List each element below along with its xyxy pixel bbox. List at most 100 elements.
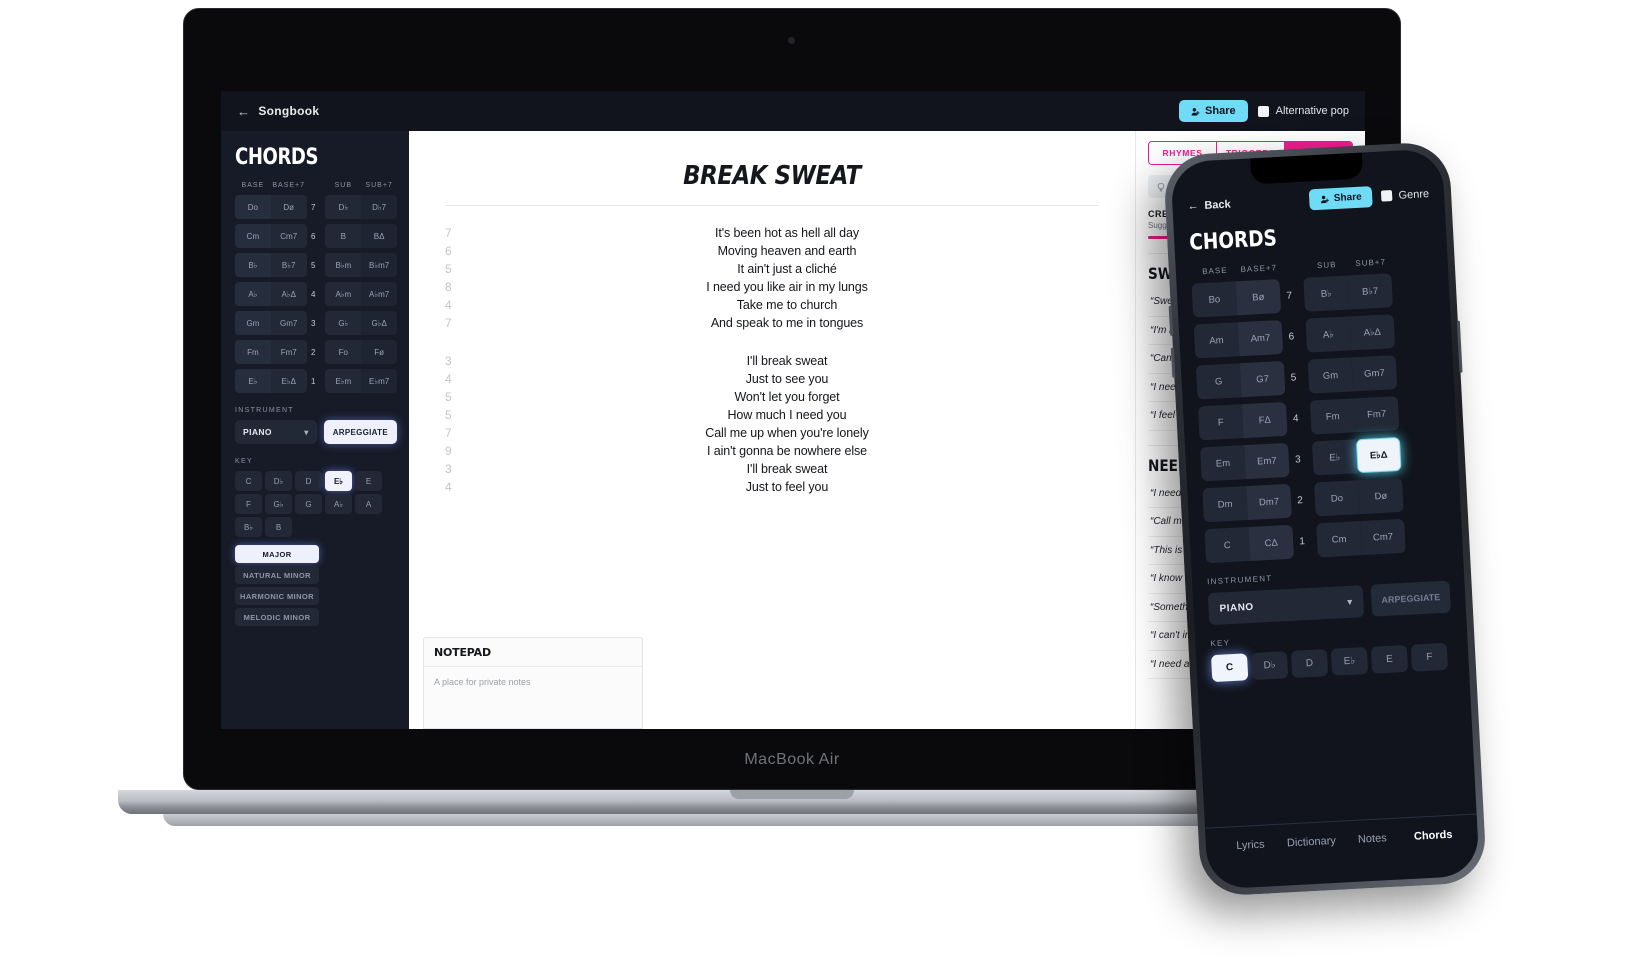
chord-cell-sub[interactable]: E♭m [325, 369, 362, 393]
chord-cell-sub7[interactable]: G♭Δ [361, 311, 398, 335]
lyric-line[interactable]: 4 Take me to church [445, 298, 1099, 312]
lyric-text[interactable]: It's been hot as hell all day [475, 226, 1099, 240]
mode-button[interactable]: MELODIC MINOR [235, 608, 319, 626]
chord-cell-sub[interactable]: B♭m [325, 253, 362, 277]
chord-cell-sub7[interactable]: BΔ [361, 224, 398, 248]
chord-cell-base7[interactable]: E♭Δ [270, 369, 307, 393]
back-to-songbook-button[interactable]: ← Songbook [237, 104, 319, 119]
chord-cell-sub[interactable]: B [325, 224, 362, 248]
lyrics-body[interactable]: 7 It's been hot as hell all day 6 Moving he… [445, 226, 1099, 494]
lyric-line[interactable]: 4 Just to see you [445, 372, 1099, 386]
chord-cell-base[interactable]: Cm [235, 224, 271, 248]
mobile-tab-lyrics[interactable]: Lyrics [1222, 838, 1280, 853]
lyric-line[interactable]: 7 And speak to me in tongues [445, 316, 1099, 330]
mobile-key-button[interactable]: D♭ [1250, 651, 1289, 681]
key-button[interactable]: E [355, 471, 382, 491]
lyric-line[interactable]: 5 Won't let you forget [445, 390, 1099, 404]
mode-button[interactable]: HARMONIC MINOR [235, 587, 319, 605]
lyric-text[interactable]: Call me up when you're lonely [475, 426, 1099, 440]
lyric-text[interactable]: How much I need you [475, 408, 1099, 422]
chord-cell-base[interactable]: Gm [235, 311, 271, 335]
chord-cell-sub7[interactable]: A♭m7 [361, 282, 398, 306]
lyric-text[interactable]: I'll break sweat [475, 354, 1099, 368]
chord-cell-base[interactable]: Fm [235, 340, 271, 364]
lyric-line[interactable]: 7 Call me up when you're lonely [445, 426, 1099, 440]
lyric-text[interactable]: It ain't just a cliché [475, 262, 1099, 276]
share-button[interactable]: Share [1179, 100, 1248, 122]
chord-cell-base7[interactable]: Dø [270, 195, 307, 219]
lyric-line[interactable]: 6 Moving heaven and earth [445, 244, 1099, 258]
mobile-chord-cell-base[interactable]: Am [1193, 322, 1240, 359]
key-button[interactable]: D♭ [265, 471, 292, 491]
mobile-chord-cell-sub[interactable]: Fm [1309, 398, 1356, 435]
lyric-text[interactable]: Just to feel you [475, 480, 1099, 494]
mobile-tab-notes[interactable]: Notes [1344, 831, 1402, 846]
lyric-line[interactable]: 9 I ain't gonna be nowhere else [445, 444, 1099, 458]
chord-cell-base7[interactable]: Gm7 [270, 311, 307, 335]
lyric-text[interactable]: Just to see you [475, 372, 1099, 386]
lyric-text[interactable]: Won't let you forget [475, 390, 1099, 404]
mobile-chord-cell-sub[interactable]: Gm [1307, 357, 1354, 394]
key-button[interactable]: C [235, 471, 262, 491]
lyric-text[interactable]: Take me to church [475, 298, 1099, 312]
chord-cell-base[interactable]: A♭ [235, 282, 271, 306]
key-button[interactable]: A♭ [325, 494, 352, 514]
mobile-chord-cell-base7[interactable]: CΔ [1248, 524, 1295, 561]
mobile-chord-cell-sub[interactable]: A♭ [1305, 316, 1352, 353]
lyric-text[interactable]: Moving heaven and earth [475, 244, 1099, 258]
chord-cell-sub7[interactable]: E♭m7 [361, 369, 398, 393]
mobile-chord-cell-sub[interactable]: E♭ [1311, 439, 1358, 476]
instrument-select[interactable]: PIANO ▾ [235, 420, 317, 444]
mobile-chord-cell-base7[interactable]: Dm7 [1246, 483, 1292, 521]
mobile-chord-cell-sub[interactable]: Cm [1316, 521, 1362, 558]
lyric-text[interactable]: I need you like air in my lungs [475, 280, 1099, 294]
chord-cell-base7[interactable]: A♭Δ [270, 282, 307, 306]
lyric-line[interactable]: 4 Just to feel you [445, 480, 1099, 494]
mobile-key-button[interactable]: E [1370, 644, 1409, 674]
chord-cell-base[interactable]: B♭ [235, 253, 271, 277]
mobile-share-button[interactable]: Share [1308, 186, 1374, 211]
chord-cell-sub7[interactable]: D♭7 [361, 195, 398, 219]
mobile-key-button[interactable]: E♭ [1330, 646, 1369, 676]
mode-button[interactable]: MAJOR [235, 545, 319, 563]
mobile-chord-cell-sub7[interactable]: Fm7 [1353, 396, 1400, 433]
lyric-text[interactable]: And speak to me in tongues [475, 316, 1099, 330]
genre-selector[interactable]: Alternative pop [1257, 105, 1349, 117]
mobile-chord-cell-base7[interactable]: Em7 [1244, 442, 1290, 480]
lyric-line[interactable]: 8 I need you like air in my lungs [445, 280, 1099, 294]
key-button[interactable]: F [235, 494, 262, 514]
chord-cell-sub[interactable]: A♭m [325, 282, 362, 306]
chord-cell-base[interactable]: Do [235, 195, 271, 219]
chord-cell-base[interactable]: E♭ [235, 369, 271, 393]
mobile-chord-cell-base[interactable]: F [1197, 404, 1244, 441]
mobile-chord-cell-sub7[interactable]: Cm7 [1360, 518, 1406, 556]
lyric-line[interactable]: 5 How much I need you [445, 408, 1099, 422]
arpeggiate-button[interactable]: ARPEGGIATE [323, 420, 397, 444]
mobile-chord-cell-base7[interactable]: G7 [1239, 360, 1286, 398]
key-button[interactable]: B♭ [235, 517, 262, 537]
mobile-chord-cell-base7[interactable]: Am7 [1237, 320, 1284, 357]
mobile-key-button[interactable]: F [1410, 642, 1449, 672]
mobile-tab-chords[interactable]: Chords [1404, 828, 1462, 843]
chord-cell-base7[interactable]: Fm7 [270, 340, 307, 364]
mobile-instrument-select[interactable]: PIANO ▾ [1207, 585, 1365, 626]
lyric-text[interactable]: I'll break sweat [475, 462, 1099, 476]
mode-button[interactable]: NATURAL MINOR [235, 566, 319, 584]
mobile-chord-cell-sub7[interactable]: Gm7 [1351, 355, 1398, 392]
lyric-line[interactable]: 5 It ain't just a cliché [445, 262, 1099, 276]
lyric-text[interactable]: I ain't gonna be nowhere else [475, 444, 1099, 458]
mobile-genre-selector[interactable]: Genre [1381, 188, 1429, 202]
mobile-chord-cell-base[interactable]: Bo [1191, 281, 1238, 318]
mobile-tab-dictionary[interactable]: Dictionary [1283, 835, 1341, 850]
chord-cell-base7[interactable]: B♭7 [270, 253, 307, 277]
notepad-input[interactable]: A place for private notes [424, 667, 642, 697]
mobile-chord-cell-base[interactable]: Dm [1202, 486, 1248, 523]
mobile-chord-cell-sub7[interactable]: B♭7 [1347, 273, 1394, 310]
key-button[interactable]: A [355, 494, 382, 514]
mobile-chord-cell-sub7[interactable]: Dø [1358, 477, 1404, 515]
chord-cell-sub7[interactable]: Fø [361, 340, 398, 364]
mobile-chord-cell-base[interactable]: Em [1200, 445, 1246, 482]
mobile-key-button[interactable]: C [1210, 653, 1249, 683]
key-button[interactable]: G♭ [265, 494, 292, 514]
mobile-chord-cell-base7[interactable]: FΔ [1241, 401, 1288, 439]
